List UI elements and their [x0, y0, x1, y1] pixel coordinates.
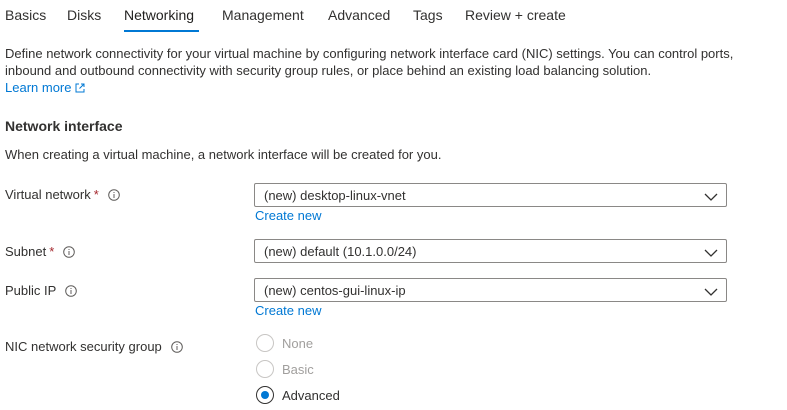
nic-nsg-option-none[interactable]: None: [256, 334, 313, 352]
radio-button[interactable]: [256, 334, 274, 352]
radio-label: None: [282, 335, 314, 351]
radio-button[interactable]: [256, 360, 274, 378]
section-description: When creating a virtual machine, a netwo…: [5, 147, 442, 162]
tab-bar: Basics Disks Networking Management Advan…: [0, 0, 787, 34]
nic-nsg-label-row: NIC network security group: [5, 339, 183, 354]
tab-disks[interactable]: Disks: [67, 7, 101, 23]
virtual-network-create-new-link[interactable]: Create new: [255, 208, 321, 223]
subnet-label-row: Subnet *: [5, 244, 76, 259]
radio-button-selected[interactable]: [256, 386, 274, 404]
learn-more-link[interactable]: Learn more: [5, 80, 85, 95]
page-description: Define network connectivity for your vir…: [5, 46, 734, 78]
nic-nsg-option-advanced[interactable]: Advanced: [256, 386, 340, 404]
info-icon[interactable]: [63, 245, 76, 258]
chevron-down-icon: [704, 190, 718, 205]
external-link-icon: [75, 83, 85, 93]
tab-networking[interactable]: Networking: [124, 7, 194, 23]
public-ip-label-row: Public IP: [5, 283, 78, 298]
info-icon[interactable]: [108, 188, 120, 201]
info-icon[interactable]: [65, 284, 78, 297]
tab-basics[interactable]: Basics: [5, 7, 46, 23]
tab-management[interactable]: Management: [222, 7, 304, 23]
nic-nsg-option-basic[interactable]: Basic: [256, 360, 314, 378]
virtual-network-value: (new) desktop-linux-vnet: [264, 188, 406, 203]
info-icon[interactable]: [170, 340, 183, 353]
virtual-network-label-row: Virtual network *: [5, 187, 120, 202]
section-title: Network interface: [5, 118, 123, 134]
required-marker: *: [49, 244, 55, 259]
radio-label: Basic: [282, 361, 314, 377]
required-marker: *: [93, 187, 99, 202]
nic-nsg-label: NIC network security group: [5, 339, 162, 354]
public-ip-create-new-link[interactable]: Create new: [255, 303, 321, 318]
virtual-network-label: Virtual network: [5, 187, 91, 202]
chevron-down-icon: [704, 285, 718, 300]
radio-label: Advanced: [282, 387, 340, 403]
active-tab-indicator: [124, 30, 199, 32]
tab-review-create[interactable]: Review + create: [465, 7, 566, 23]
chevron-down-icon: [704, 246, 718, 261]
subnet-dropdown[interactable]: (new) default (10.1.0.0/24): [254, 239, 727, 263]
subnet-value: (new) default (10.1.0.0/24): [264, 244, 417, 259]
subnet-label: Subnet: [5, 244, 47, 259]
public-ip-value: (new) centos-gui-linux-ip: [264, 283, 406, 298]
tab-tags[interactable]: Tags: [413, 7, 443, 23]
public-ip-dropdown[interactable]: (new) centos-gui-linux-ip: [254, 278, 727, 302]
public-ip-label: Public IP: [5, 283, 57, 298]
tab-advanced[interactable]: Advanced: [328, 7, 390, 23]
virtual-network-dropdown[interactable]: (new) desktop-linux-vnet: [254, 183, 727, 207]
learn-more-label: Learn more: [5, 80, 72, 95]
